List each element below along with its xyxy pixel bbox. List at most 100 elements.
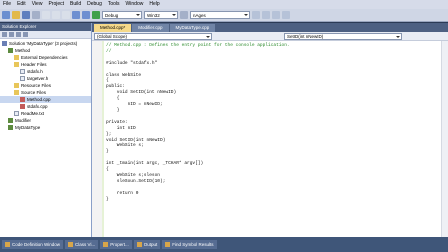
cpp-icon: [20, 104, 25, 109]
tree-item[interactable]: Solution 'MyDataType' (3 projects): [0, 40, 91, 47]
config-select[interactable]: Debug: [102, 11, 142, 19]
properties-icon[interactable]: [272, 11, 280, 19]
tool-window-tab[interactable]: Propert...: [100, 240, 132, 249]
code-text[interactable]: // Method.cpp : Defines the entry point …: [106, 43, 290, 202]
tool-window-tab[interactable]: Output: [133, 240, 161, 249]
tree-item-label: External Dependencies: [21, 55, 68, 60]
tool-window-icon: [165, 242, 171, 247]
tool-window-label: Output: [143, 242, 158, 247]
view-class-diagram-icon[interactable]: [23, 32, 28, 37]
show-all-files-icon[interactable]: [9, 32, 14, 37]
solution-explorer-toolbar: [0, 31, 91, 39]
solution-explorer-icon[interactable]: [262, 11, 270, 19]
scope-dropdown[interactable]: (Global Scope): [94, 32, 212, 40]
menu-item-help[interactable]: Help: [146, 0, 162, 9]
start-debug-icon[interactable]: [92, 11, 100, 19]
tool-window-label: Propert...: [110, 242, 129, 247]
sol-icon: [2, 41, 7, 46]
tree-item-label: Method: [15, 48, 31, 53]
vertical-scrollbar[interactable]: [441, 41, 448, 238]
tree-item-label: Resource Files: [21, 83, 52, 88]
find-icon[interactable]: [180, 11, 188, 19]
menu-bar: File Edit View Project Build Debug Tools Window…: [0, 0, 448, 9]
code-editor: Method.cpp* Modifier.cpp MyDataType.cpp (G…: [92, 23, 448, 238]
file-icon: [20, 76, 25, 81]
toolbox-icon[interactable]: [282, 11, 290, 19]
tool-window-tab[interactable]: Find Symbol Results: [162, 240, 217, 249]
tool-window-label: Class Vi...: [75, 242, 96, 247]
redo-icon[interactable]: [82, 11, 90, 19]
folder-icon: [14, 55, 19, 60]
tree-item[interactable]: stdafx.cpp: [0, 103, 91, 110]
tree-item-label: Header Files: [21, 62, 47, 67]
document-tab[interactable]: MyDataType.cpp: [169, 24, 216, 32]
tree-item[interactable]: Source Files: [0, 89, 91, 96]
member-dropdown[interactable]: SetID(int nNewID): [284, 32, 402, 40]
menu-item-project[interactable]: Project: [45, 0, 67, 9]
tree-item[interactable]: Header Files: [0, 61, 91, 68]
tree-item-label: Method.cpp: [27, 97, 51, 102]
copy-icon[interactable]: [52, 11, 60, 19]
tree-item-label: stdafx.h: [27, 69, 43, 74]
tree-item-label: MyDataType: [15, 125, 41, 130]
solution-explorer: Solution Explorer Solution 'MyDataType' …: [0, 23, 92, 237]
paste-icon[interactable]: [62, 11, 70, 19]
solution-tree: Solution 'MyDataType' (3 projects) Method…: [0, 39, 91, 131]
toolbar: Debug Win32 nAges: [0, 9, 448, 22]
tool-window-icon: [136, 242, 142, 247]
tree-item[interactable]: Modifier: [0, 117, 91, 124]
open-file-icon[interactable]: [12, 11, 20, 19]
menu-item-file[interactable]: File: [0, 0, 14, 9]
new-project-icon[interactable]: [2, 11, 10, 19]
cut-icon[interactable]: [42, 11, 50, 19]
proj-icon: [8, 125, 13, 130]
tree-item[interactable]: MyDataType: [0, 124, 91, 131]
proj-icon: [8, 118, 13, 123]
navigation-bar: (Global Scope) SetID(int nNewID): [92, 32, 448, 41]
menu-item-build[interactable]: Build: [67, 0, 84, 9]
save-all-icon[interactable]: [32, 11, 40, 19]
tree-item-label: Modifier: [15, 118, 32, 123]
menu-item-edit[interactable]: Edit: [14, 0, 29, 9]
properties-icon[interactable]: [2, 32, 7, 37]
tree-item[interactable]: Method.cpp: [0, 96, 91, 103]
file-icon: [20, 69, 25, 74]
find-in-files-icon[interactable]: [252, 11, 260, 19]
tree-item-label: targetver.h: [27, 76, 49, 81]
solution-explorer-title: Solution Explorer: [0, 23, 91, 31]
folder-icon: [14, 62, 19, 67]
folder-icon: [14, 90, 19, 95]
tree-item[interactable]: Resource Files: [0, 82, 91, 89]
tree-item[interactable]: targetver.h: [0, 75, 91, 82]
code-area[interactable]: // Method.cpp : Defines the entry point …: [92, 41, 448, 238]
tool-window-tab[interactable]: Code Definition Window: [2, 240, 64, 249]
tool-window-tab[interactable]: Class Vi...: [65, 240, 99, 249]
tree-item[interactable]: ReadMe.txt: [0, 110, 91, 117]
tree-item-label: Solution 'MyDataType' (3 projects): [9, 41, 78, 46]
menu-item-debug[interactable]: Debug: [84, 0, 105, 9]
undo-icon[interactable]: [72, 11, 80, 19]
code-line: }: [106, 196, 109, 202]
document-tab[interactable]: Modifier.cpp: [132, 24, 169, 32]
bottom-tool-tabs: Code Definition Window Class Vi... Propert…: [0, 237, 448, 252]
folder-icon: [14, 83, 19, 88]
change-margin: [102, 41, 104, 238]
tree-item[interactable]: External Dependencies: [0, 54, 91, 61]
save-icon[interactable]: [22, 11, 30, 19]
document-tab[interactable]: Method.cpp*: [94, 24, 132, 32]
menu-item-view[interactable]: View: [29, 0, 46, 9]
platform-select[interactable]: Win32: [144, 11, 178, 19]
tree-item-label: Source Files: [21, 90, 47, 95]
menu-item-window[interactable]: Window: [123, 0, 147, 9]
code-line: // Method.cpp : Defines the entry point …: [106, 43, 290, 48]
file-icon: [14, 111, 19, 116]
tree-item-label: ReadMe.txt: [21, 111, 45, 116]
tree-item[interactable]: Method: [0, 47, 91, 54]
code-gutter: [92, 41, 102, 238]
refresh-icon[interactable]: [16, 32, 21, 37]
tool-window-label: Find Symbol Results: [172, 242, 214, 247]
find-input[interactable]: nAges: [190, 11, 250, 19]
menu-item-tools[interactable]: Tools: [105, 0, 123, 9]
tree-item[interactable]: stdafx.h: [0, 68, 91, 75]
tool-window-icon: [5, 242, 10, 247]
